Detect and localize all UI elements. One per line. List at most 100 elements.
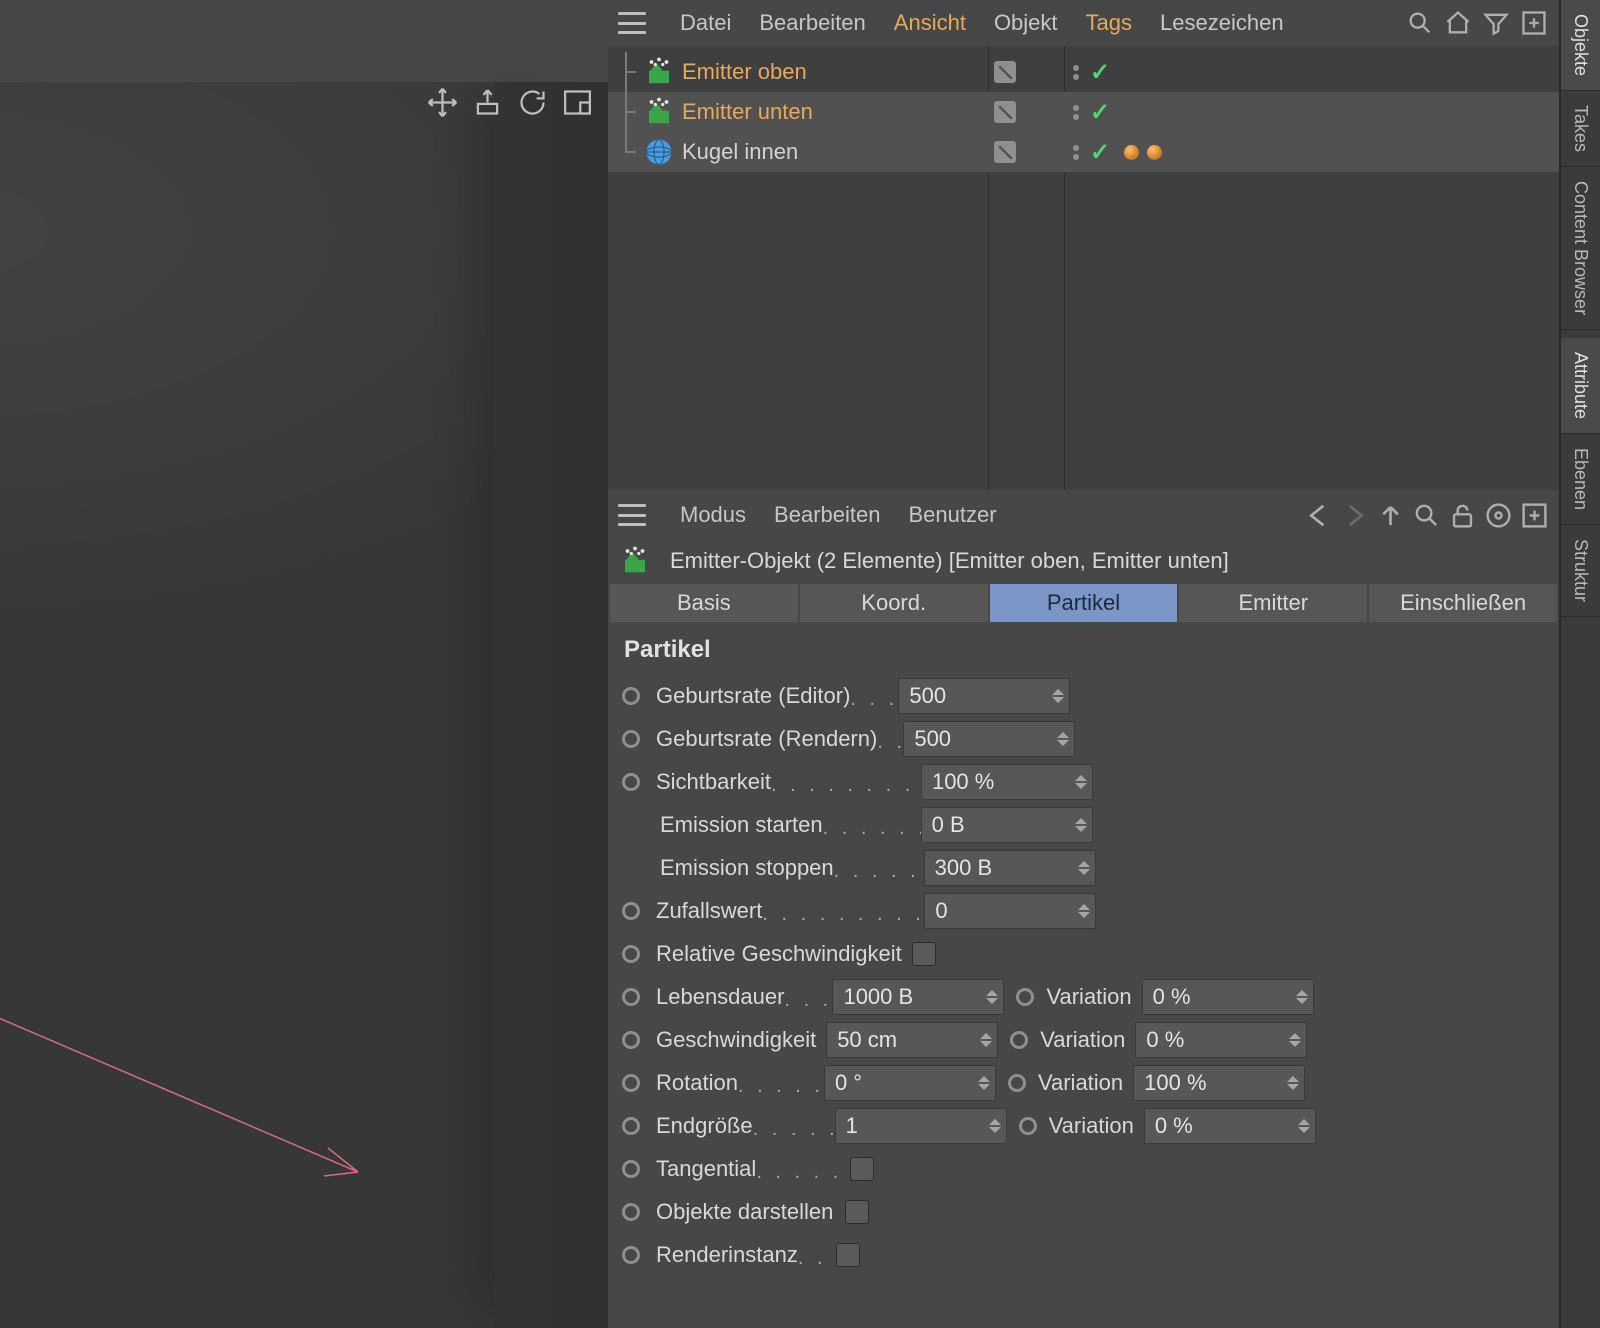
menu-view[interactable]: Ansicht [894, 10, 966, 36]
visibility-dots[interactable] [1070, 65, 1082, 80]
end-size-var-field[interactable]: 0 % [1144, 1108, 1316, 1144]
search-icon[interactable] [1405, 8, 1435, 38]
keyframe-dot[interactable] [1016, 988, 1034, 1006]
object-name[interactable]: Emitter oben [682, 59, 807, 85]
side-tab-layers[interactable]: Ebenen [1561, 434, 1600, 525]
show-objects-checkbox[interactable] [845, 1200, 869, 1224]
object-name[interactable]: Kugel innen [682, 139, 798, 165]
menu-file[interactable]: Datei [680, 10, 731, 36]
spinner-arrows-icon[interactable] [973, 1066, 995, 1100]
frame-icon[interactable] [561, 86, 594, 119]
keyframe-dot[interactable] [622, 687, 640, 705]
menu-bookmarks[interactable]: Lesezeichen [1160, 10, 1284, 36]
spinner-arrows-icon[interactable] [1284, 1023, 1306, 1057]
keyframe-dot[interactable] [622, 1117, 640, 1135]
layer-color-box[interactable] [994, 61, 1016, 83]
speed-field[interactable]: 50 cm [826, 1022, 998, 1058]
nav-back-icon[interactable] [1303, 500, 1333, 530]
seed-field[interactable]: 0 [924, 893, 1096, 929]
enable-check-icon[interactable]: ✓ [1090, 58, 1110, 87]
extrude-icon[interactable] [471, 86, 504, 119]
object-name[interactable]: Emitter unten [682, 99, 813, 125]
hamburger-icon[interactable] [618, 12, 646, 34]
rel-speed-checkbox[interactable] [912, 942, 936, 966]
rotate-icon[interactable] [516, 86, 549, 119]
menu-edit[interactable]: Bearbeiten [774, 502, 880, 528]
side-tab-objects[interactable]: Objekte [1561, 0, 1600, 91]
render-instance-checkbox[interactable] [836, 1243, 860, 1267]
add-panel-icon[interactable] [1519, 500, 1549, 530]
lock-icon[interactable] [1447, 500, 1477, 530]
layer-color-box[interactable] [994, 101, 1016, 123]
hamburger-icon[interactable] [618, 504, 646, 526]
spinner-arrows-icon[interactable] [984, 1109, 1006, 1143]
enable-check-icon[interactable]: ✓ [1090, 98, 1110, 127]
texture-tag-icon[interactable] [1124, 145, 1139, 160]
keyframe-dot[interactable] [622, 945, 640, 963]
side-tab-content[interactable]: Content Browser [1561, 167, 1600, 330]
spinner-arrows-icon[interactable] [1073, 894, 1095, 928]
tab-emitter[interactable]: Emitter [1179, 584, 1367, 622]
keyframe-dot[interactable] [1008, 1074, 1026, 1092]
spinner-arrows-icon[interactable] [1047, 679, 1069, 713]
spinner-arrows-icon[interactable] [1070, 808, 1092, 842]
nav-up-icon[interactable] [1375, 500, 1405, 530]
enable-check-icon[interactable]: ✓ [1090, 138, 1110, 167]
spinner-arrows-icon[interactable] [1070, 765, 1092, 799]
tangential-checkbox[interactable] [850, 1157, 874, 1181]
birthrate-render-field[interactable]: 500 [903, 721, 1075, 757]
menu-object[interactable]: Objekt [994, 10, 1058, 36]
speed-var-field[interactable]: 0 % [1135, 1022, 1307, 1058]
spinner-arrows-icon[interactable] [1052, 722, 1074, 756]
visibility-field[interactable]: 100 % [921, 764, 1093, 800]
keyframe-dot[interactable] [622, 1160, 640, 1178]
spinner-arrows-icon[interactable] [1293, 1109, 1315, 1143]
keyframe-dot[interactable] [622, 902, 640, 920]
spinner-arrows-icon[interactable] [981, 980, 1003, 1014]
nav-forward-icon[interactable] [1339, 500, 1369, 530]
filter-icon[interactable] [1481, 8, 1511, 38]
keyframe-dot[interactable] [622, 1203, 640, 1221]
spinner-arrows-icon[interactable] [1282, 1066, 1304, 1100]
tab-basis[interactable]: Basis [610, 584, 798, 622]
tab-particle[interactable]: Partikel [990, 584, 1178, 622]
side-tab-takes[interactable]: Takes [1561, 91, 1600, 167]
keyframe-dot[interactable] [622, 1031, 640, 1049]
keyframe-dot[interactable] [1010, 1031, 1028, 1049]
end-size-field[interactable]: 1 [835, 1108, 1007, 1144]
lifetime-field[interactable]: 1000 B [832, 979, 1004, 1015]
rotation-field[interactable]: 0 ° [824, 1065, 996, 1101]
search-icon[interactable] [1411, 500, 1441, 530]
object-tree[interactable]: Emitter oben ✓ Emitter unten [608, 46, 1559, 490]
keyframe-dot[interactable] [622, 1246, 640, 1264]
rotation-var-field[interactable]: 100 % [1133, 1065, 1305, 1101]
texture-tag-icon[interactable] [1147, 145, 1162, 160]
keyframe-dot[interactable] [1019, 1117, 1037, 1135]
spinner-arrows-icon[interactable] [1291, 980, 1313, 1014]
viewport[interactable] [0, 0, 608, 1328]
birthrate-editor-field[interactable]: 500 [898, 678, 1070, 714]
spinner-arrows-icon[interactable] [1073, 851, 1095, 885]
visibility-dots[interactable] [1070, 105, 1082, 120]
tab-include[interactable]: Einschließen [1369, 584, 1557, 622]
keyframe-dot[interactable] [622, 988, 640, 1006]
spinner-arrows-icon[interactable] [975, 1023, 997, 1057]
keyframe-dot[interactable] [622, 773, 640, 791]
move-icon[interactable] [426, 86, 459, 119]
tab-coord[interactable]: Koord. [800, 584, 988, 622]
home-icon[interactable] [1443, 8, 1473, 38]
add-panel-icon[interactable] [1519, 8, 1549, 38]
menu-user[interactable]: Benutzer [908, 502, 996, 528]
emit-start-field[interactable]: 0 B [921, 807, 1093, 843]
keyframe-dot[interactable] [622, 730, 640, 748]
menu-mode[interactable]: Modus [680, 502, 746, 528]
tree-row-emitter-oben[interactable]: Emitter oben ✓ [608, 52, 1559, 92]
side-tab-attribute[interactable]: Attribute [1561, 338, 1600, 434]
emit-stop-field[interactable]: 300 B [924, 850, 1096, 886]
visibility-dots[interactable] [1070, 145, 1082, 160]
tree-row-emitter-unten[interactable]: Emitter unten ✓ [608, 92, 1559, 132]
menu-tags[interactable]: Tags [1086, 10, 1132, 36]
layer-color-box[interactable] [994, 141, 1016, 163]
keyframe-dot[interactable] [622, 1074, 640, 1092]
menu-edit[interactable]: Bearbeiten [759, 10, 865, 36]
